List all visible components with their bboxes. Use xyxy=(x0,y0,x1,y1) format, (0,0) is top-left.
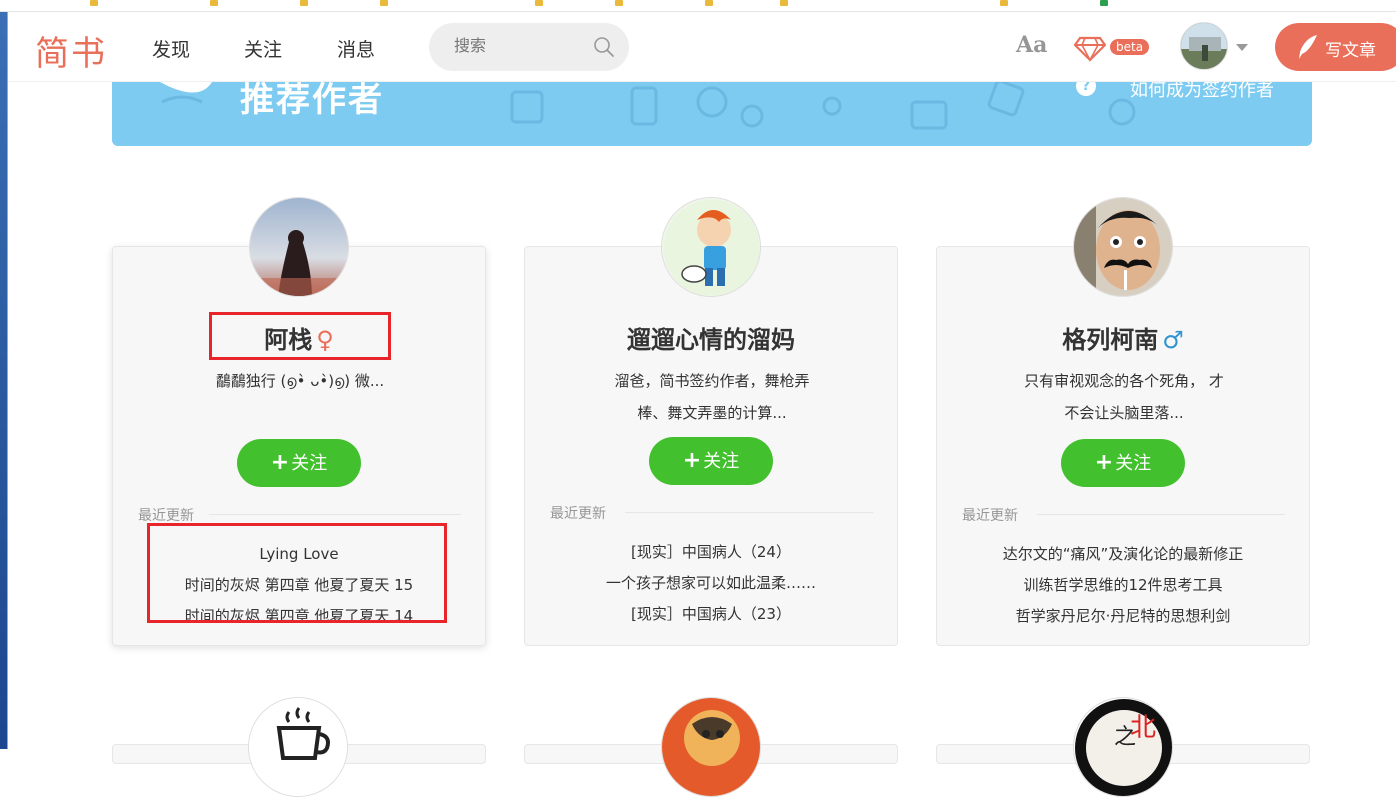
avatar-photo xyxy=(1074,198,1172,296)
beta-button[interactable]: beta xyxy=(1074,34,1150,62)
beta-badge: beta xyxy=(1110,39,1150,55)
author-avatar[interactable] xyxy=(249,197,349,297)
recent-article-link[interactable]: 一个孩子想家可以如此温柔…… xyxy=(525,568,897,599)
recent-updates-heading: 最近更新 xyxy=(550,506,606,522)
chevron-down-icon[interactable] xyxy=(1236,44,1248,51)
avatar-photo xyxy=(1181,23,1227,69)
follow-label: 关注 xyxy=(291,453,328,474)
coffee-cup-icon xyxy=(249,698,347,796)
follow-button[interactable]: + 关注 xyxy=(1061,439,1185,487)
follow-label: 关注 xyxy=(703,451,740,472)
highlight-box-recent xyxy=(147,523,447,623)
nav-following[interactable]: 关注 xyxy=(244,35,282,62)
recent-article-link[interactable]: [现实］中国病人（24） xyxy=(525,537,897,568)
recent-updates-heading: 最近更新 xyxy=(138,508,194,524)
author-name[interactable]: 遛遛心情的溜妈 xyxy=(627,326,795,354)
plus-icon: + xyxy=(1094,450,1114,475)
follow-label: 关注 xyxy=(1115,453,1152,474)
svg-text:北: 北 xyxy=(1130,713,1156,743)
divider xyxy=(209,514,461,515)
author-avatar[interactable]: 之 北 xyxy=(1073,697,1173,797)
font-toggle[interactable]: Aa xyxy=(1016,32,1047,58)
navbar: 简书 发现 关注 消息 Aa beta 写文章 xyxy=(8,12,1396,82)
description-line: 溜爸，简书签约作者，舞枪弄 xyxy=(614,372,810,390)
bookmarks-bar xyxy=(0,0,1396,12)
banner-title: 推荐作者 xyxy=(240,82,384,120)
avatar-photo xyxy=(662,698,760,796)
author-avatar[interactable] xyxy=(661,197,761,297)
author-description: 只有审视观念的各个死角， 才 不会让头脑里落... xyxy=(1007,365,1241,429)
author-card: 格列柯南 ♂ 只有审视观念的各个死角， 才 不会让头脑里落... + 关注 最近更新… xyxy=(936,197,1310,646)
author-avatar[interactable] xyxy=(248,697,348,797)
user-avatar[interactable] xyxy=(1180,22,1228,70)
write-article-button[interactable]: 写文章 xyxy=(1275,23,1396,71)
recent-article-link[interactable]: [现实］中国病人（23） xyxy=(525,599,897,630)
seal-logo: 之 北 xyxy=(1075,699,1172,796)
nav-discover[interactable]: 发现 xyxy=(152,35,190,62)
author-name-row: 格列柯南 ♂ xyxy=(937,320,1309,355)
highlight-box-name xyxy=(209,312,391,360)
author-name-row: 遛遛心情的溜妈 xyxy=(525,320,897,355)
avatar-photo xyxy=(662,198,760,296)
search-box xyxy=(429,23,629,71)
site-logo[interactable]: 简书 xyxy=(35,26,107,75)
follow-button[interactable]: + 关注 xyxy=(649,437,773,485)
write-article-label: 写文章 xyxy=(1325,41,1376,61)
nav-messages[interactable]: 消息 xyxy=(337,35,375,62)
recent-list: 达尔文的“痛风”及演化论的最新修正 训练哲学思维的12件思考工具 哲学家丹尼尔·… xyxy=(937,539,1309,632)
description-line: 棒、舞文弄墨的计算... xyxy=(637,404,787,422)
avatar-photo xyxy=(250,198,348,296)
plus-icon: + xyxy=(270,450,290,475)
recent-article-link[interactable]: 哲学家丹尼尔·丹尼特的思想利剑 xyxy=(937,601,1309,632)
author-avatar[interactable] xyxy=(661,697,761,797)
author-card: 遛遛心情的溜妈 溜爸，简书签约作者，舞枪弄 棒、舞文弄墨的计算... + 关注 最… xyxy=(524,197,898,646)
author-avatar[interactable] xyxy=(1073,197,1173,297)
diamond-icon xyxy=(1074,36,1106,62)
feather-pen-icon xyxy=(1299,35,1317,59)
description-line: 不会让头脑里落... xyxy=(1064,404,1184,422)
description-line: 只有审视观念的各个死角， 才 xyxy=(1024,372,1224,390)
search-input[interactable] xyxy=(454,36,584,55)
divider xyxy=(625,512,873,513)
signed-author-link[interactable]: 如何成为签约作者 xyxy=(1130,82,1274,102)
recommended-authors-banner: 推荐作者 ? 如何成为签约作者 xyxy=(112,82,1312,146)
divider xyxy=(1037,514,1285,515)
recent-article-link[interactable]: 训练哲学思维的12件思考工具 xyxy=(937,570,1309,601)
plus-icon: + xyxy=(682,448,702,473)
recent-article-link[interactable]: 达尔文的“痛风”及演化论的最新修正 xyxy=(937,539,1309,570)
recent-updates-heading: 最近更新 xyxy=(962,508,1018,524)
author-description: 溜爸，简书签约作者，舞枪弄 棒、舞文弄墨的计算... xyxy=(595,365,829,429)
follow-button[interactable]: + 关注 xyxy=(237,439,361,487)
author-description: 鷸鷸独行 (൭•̀ ᴗ•̀)൭) 微... xyxy=(215,372,385,390)
male-icon: ♂ xyxy=(1162,326,1184,354)
recent-list: [现实］中国病人（24） 一个孩子想家可以如此温柔…… [现实］中国病人（23） xyxy=(525,537,897,630)
search-icon[interactable] xyxy=(593,36,615,58)
desktop-edge xyxy=(0,12,8,749)
author-name[interactable]: 格列柯南 xyxy=(1062,326,1158,354)
